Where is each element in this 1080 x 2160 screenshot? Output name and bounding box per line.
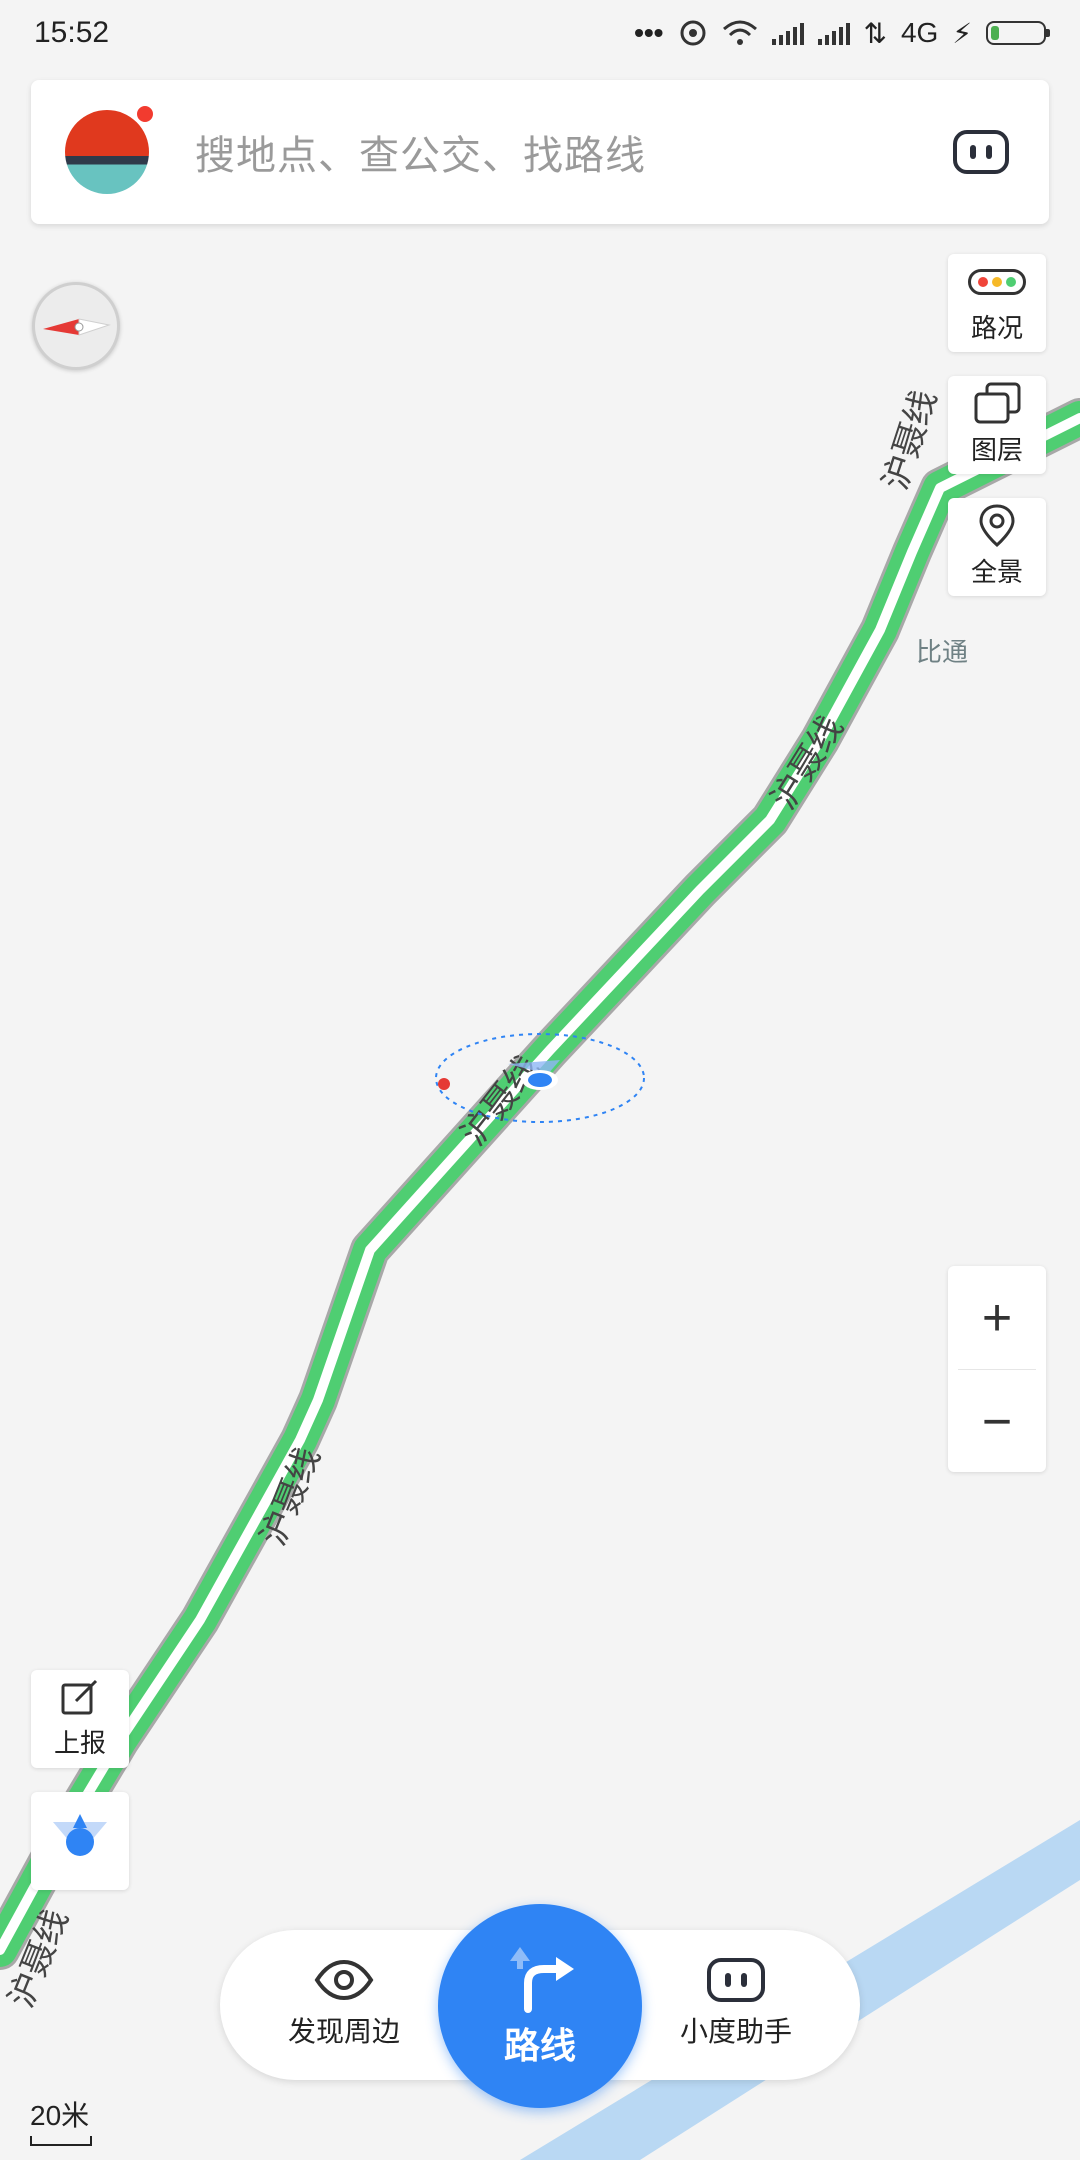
route-button[interactable]: 路线	[438, 1904, 642, 2108]
discover-nearby-button[interactable]: 发现周边	[254, 1958, 434, 2050]
report-label: 上报	[53, 1727, 106, 1758]
search-bar[interactable]: 搜地点、查公交、找路线	[31, 80, 1049, 224]
report-button[interactable]: 上报	[31, 1670, 129, 1768]
status-bar: 15:52 ••• ⇅ 4G ⚡	[0, 0, 1080, 66]
signal-icon	[771, 21, 804, 45]
scale-bar	[30, 2136, 92, 2146]
discover-label: 发现周边	[287, 2016, 400, 2047]
edit-icon	[61, 1679, 98, 1714]
wifi-icon	[722, 20, 757, 45]
battery-icon	[986, 21, 1050, 45]
layers-button[interactable]: 图层	[948, 376, 1046, 474]
zoom-control: + −	[948, 1266, 1046, 1472]
network-type: 4G	[900, 17, 939, 48]
data-arrows-icon: ⇅	[863, 17, 887, 49]
scale-label: 20米	[30, 2100, 90, 2131]
location-arrow-icon	[53, 1814, 107, 1856]
more-dots-icon: •••	[634, 17, 664, 48]
xiaodu-assistant-button[interactable]: 小度助手	[646, 1958, 826, 2050]
xiaodu-robot-icon[interactable]	[953, 130, 1009, 174]
compass-icon	[43, 318, 111, 336]
layers-label: 图层	[970, 434, 1023, 465]
map-scale: 20米	[30, 2094, 92, 2146]
locate-button[interactable]	[31, 1792, 129, 1890]
notification-dot	[135, 104, 155, 124]
place-label: 比通	[916, 637, 969, 667]
panorama-pin-icon	[979, 503, 1015, 547]
map-canvas[interactable]: 沪聂线 沪聂线 沪聂线 沪聂线 沪聂线	[0, 0, 1080, 2160]
zoom-in-button[interactable]: +	[948, 1266, 1046, 1369]
charging-icon: ⚡	[952, 17, 972, 49]
traffic-light-icon	[968, 268, 1026, 295]
traffic-button[interactable]: 路况	[948, 254, 1046, 352]
status-time: 15:52	[34, 16, 110, 49]
assistant-label: 小度助手	[679, 2016, 792, 2047]
layers-icon	[974, 382, 1021, 423]
panorama-button[interactable]: 全景	[948, 498, 1046, 596]
panorama-label: 全景	[970, 556, 1023, 587]
status-icons: ••• ⇅ 4G ⚡	[634, 17, 1050, 50]
zoom-out-button[interactable]: −	[948, 1370, 1046, 1473]
route-label: 路线	[503, 2025, 576, 2066]
traffic-label: 路况	[970, 312, 1023, 343]
eye-icon	[314, 1959, 374, 2001]
avatar[interactable]	[65, 110, 149, 194]
search-input[interactable]: 搜地点、查公交、找路线	[195, 123, 953, 181]
hotspot-icon	[680, 20, 705, 46]
xiaodu-robot-icon	[707, 1958, 765, 2002]
signal-icon	[817, 21, 850, 45]
turn-right-arrow-icon	[510, 1947, 574, 2013]
compass-button[interactable]	[32, 282, 120, 370]
